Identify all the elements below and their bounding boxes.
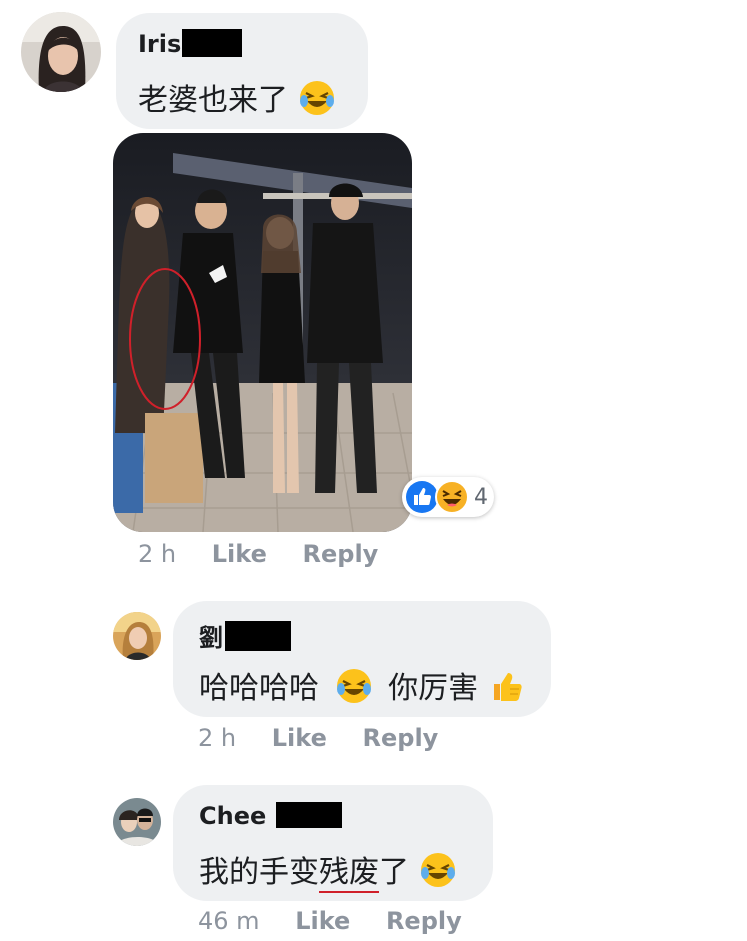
haha-reaction-icon — [435, 480, 469, 518]
comment-author[interactable]: Chee — [199, 802, 343, 830]
comment-author[interactable]: 劉 — [199, 618, 291, 653]
reply-button[interactable]: Reply — [363, 724, 439, 752]
like-button[interactable]: Like — [272, 724, 327, 752]
attached-photo[interactable] — [113, 133, 412, 532]
redaction-bar — [276, 802, 343, 828]
like-reaction-icon — [405, 480, 439, 518]
comment-text: 我的手变残废了 — [199, 847, 457, 897]
comment-bubble: Chee 我的手变残废了 — [173, 785, 493, 901]
reply-button[interactable]: Reply — [303, 540, 379, 568]
comment-text: 哈哈哈哈 你厉害 — [199, 663, 526, 713]
laughing-tears-emoji — [419, 851, 457, 897]
reply-button[interactable]: Reply — [386, 907, 462, 935]
like-button[interactable]: Like — [295, 907, 350, 935]
like-button[interactable]: Like — [212, 540, 267, 568]
avatar-liu[interactable] — [113, 612, 161, 660]
comment-actions: 2 h Like Reply — [138, 540, 378, 568]
comment-actions: 2 h Like Reply — [198, 724, 438, 752]
laughing-tears-emoji — [298, 79, 336, 125]
comment-text: 老婆也来了 — [138, 75, 336, 125]
comment-actions: 46 m Like Reply — [198, 907, 462, 935]
comment-bubble: 劉 哈哈哈哈 你厉害 — [173, 601, 551, 717]
comment-time: 2 h — [138, 540, 177, 568]
comment-bubble: Iris 老婆也来了 — [116, 13, 368, 129]
avatar-iris[interactable] — [21, 12, 101, 92]
redaction-bar — [225, 621, 291, 651]
laughing-tears-emoji — [335, 667, 373, 713]
thumbs-up-emoji — [488, 667, 526, 713]
comment-thread: { "comments": [ { "author": "Iris", "tex… — [0, 0, 747, 941]
underlined-word: 残废 — [319, 855, 379, 893]
comment-time: 46 m — [198, 907, 260, 935]
reaction-summary[interactable]: 4 — [402, 477, 494, 517]
comment-time: 2 h — [198, 724, 237, 752]
avatar-chee[interactable] — [113, 798, 161, 846]
redaction-bar — [182, 29, 243, 57]
reaction-count: 4 — [474, 485, 488, 510]
comment-author[interactable]: Iris — [138, 29, 243, 58]
